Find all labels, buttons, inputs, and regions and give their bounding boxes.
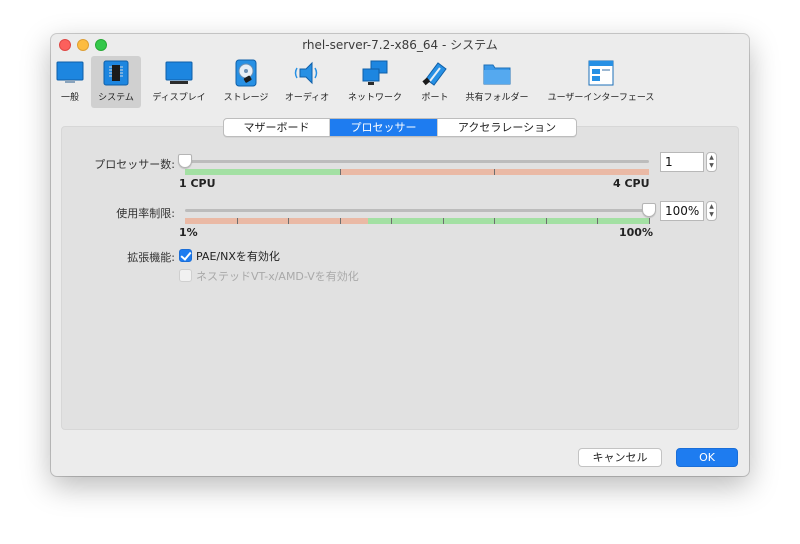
toolbar-label-storage: ストレージ [223, 93, 269, 103]
pae-nx-label[interactable]: PAE/NXを有効化 [196, 248, 280, 264]
close-window-button[interactable] [59, 39, 71, 51]
execution-cap-tick [236, 218, 238, 224]
execution-cap-label: 使用率制限: [116, 207, 175, 220]
extended-features-label: 拡張機能: [127, 251, 175, 264]
nested-vtx-label[interactable]: ネステッドVT-x/AMD-Vを有効化 [196, 268, 359, 284]
processor-count-label: プロセッサー数: [94, 158, 175, 171]
tab-motherboard[interactable]: マザーボード [224, 119, 330, 136]
toolbar-label-network: ネットワーク [347, 93, 402, 103]
execution-cap-tick [494, 218, 496, 224]
execution-cap-tick [649, 218, 650, 224]
toolbar-label-shared-folders: 共有フォルダー [465, 93, 529, 103]
toolbar-label-ports: ポート [421, 93, 449, 103]
toolbar-label-general: 一般 [60, 93, 79, 103]
execution-cap-tick [442, 218, 444, 224]
execution-cap-min-label: 1% [179, 226, 198, 239]
execution-cap-tick [597, 218, 599, 224]
toolbar-item-audio[interactable]: オーディオ [283, 56, 331, 108]
speaker-icon [294, 61, 318, 85]
zoom-window-button[interactable] [95, 39, 107, 51]
toolbar-label-display: ディスプレイ [152, 93, 206, 103]
processor-count-tick [494, 169, 496, 175]
network-icon [362, 60, 388, 85]
segmented-tabs: マザーボード プロセッサー アクセラレーション [223, 118, 577, 137]
toolbar-item-display[interactable]: ディスプレイ [149, 56, 209, 108]
pae-nx-checkbox[interactable] [179, 249, 192, 262]
toolbar-item-storage[interactable]: ストレージ [219, 56, 273, 108]
execution-cap-tick [391, 218, 393, 224]
settings-toolbar: 一般 システム ディスプレイ ストレージ オーディオ ネットワーク ポート 共有… [51, 56, 749, 110]
port-icon [422, 62, 447, 86]
monitor-icon [56, 61, 84, 83]
toolbar-label-user-interface: ユーザーインターフェース [547, 93, 655, 103]
toolbar-label-system: システム [98, 93, 134, 103]
title-bar: rhel-server-7.2-x86_64 - システム [51, 34, 749, 56]
processor-count-stepper[interactable]: ▲ ▼ [706, 152, 717, 172]
execution-cap-green-zone [367, 218, 649, 224]
tab-processor[interactable]: プロセッサー [330, 119, 438, 136]
processor-count-green-zone [185, 169, 340, 175]
ui-window-icon [588, 60, 614, 86]
display-icon [165, 61, 193, 84]
folder-icon [483, 64, 511, 85]
execution-cap-max-label: 100% [619, 226, 653, 239]
processor-count-min-label: 1 CPU [179, 177, 216, 190]
processor-count-max-label: 4 CPU [613, 177, 650, 190]
toolbar-item-system[interactable]: システム [91, 56, 141, 108]
disk-icon [235, 59, 257, 87]
toolbar-item-user-interface[interactable]: ユーザーインターフェース [541, 56, 661, 108]
execution-cap-thumb[interactable] [642, 203, 656, 217]
toolbar-item-ports[interactable]: ポート [417, 56, 453, 108]
settings-window: rhel-server-7.2-x86_64 - システム 一般 システム ディ… [51, 34, 749, 476]
toolbar-label-audio: オーディオ [284, 93, 330, 103]
chip-icon [103, 60, 129, 86]
execution-cap-stepper[interactable]: ▲ ▼ [706, 201, 717, 221]
toolbar-item-general[interactable]: 一般 [53, 56, 87, 108]
execution-cap-track [185, 209, 649, 212]
cancel-button[interactable]: キャンセル [578, 448, 662, 467]
tab-acceleration[interactable]: アクセラレーション [438, 119, 576, 136]
processor-count-tick [339, 169, 341, 175]
toolbar-item-shared-folders[interactable]: 共有フォルダー [461, 56, 533, 108]
toolbar-item-network[interactable]: ネットワーク [345, 56, 405, 108]
processor-count-track [185, 160, 649, 163]
processor-count-input[interactable]: 1 [660, 152, 704, 172]
execution-cap-tick [545, 218, 547, 224]
minimize-window-button[interactable] [77, 39, 89, 51]
execution-cap-input[interactable]: 100% [660, 201, 704, 221]
nested-vtx-checkbox[interactable] [179, 269, 192, 282]
execution-cap-tick [288, 218, 290, 224]
ok-button[interactable]: OK [676, 448, 738, 467]
execution-cap-tick [339, 218, 341, 224]
window-title: rhel-server-7.2-x86_64 - システム [302, 38, 498, 52]
processor-count-thumb[interactable] [178, 154, 192, 168]
